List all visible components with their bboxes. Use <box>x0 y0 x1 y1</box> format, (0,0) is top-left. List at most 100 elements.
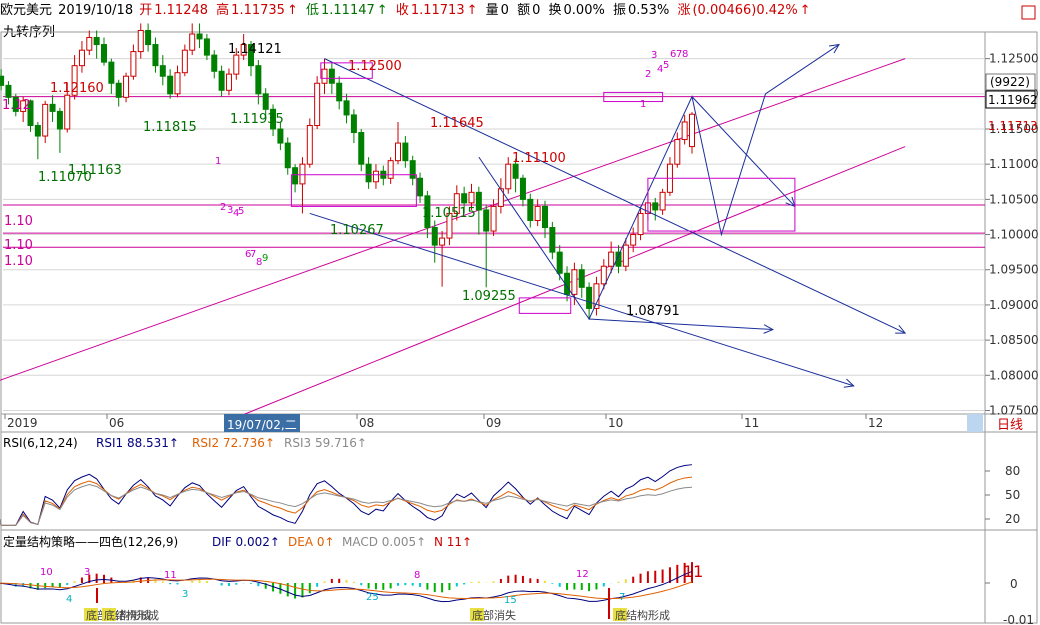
macd-series-label: DEA 0↑ <box>288 535 335 549</box>
bull-candle <box>468 191 475 204</box>
bear-candle <box>365 163 372 183</box>
bull-candle <box>681 121 688 141</box>
bear-candle <box>519 177 526 200</box>
nine-turn-mark: 5 <box>238 206 244 217</box>
price-label: 1.11645 <box>430 116 484 131</box>
macd-series-label: MACD 0.005↑ <box>342 535 426 549</box>
bear-candle <box>475 191 482 211</box>
bull-candle <box>674 139 681 165</box>
price-label: 1.11100 <box>512 151 566 166</box>
macd-count-label: 4 <box>66 594 72 605</box>
time-tick-label: 12 <box>868 416 883 430</box>
macd-count-label: 25 <box>366 592 379 603</box>
price-label: 1.10 <box>4 238 33 253</box>
bull-candle <box>395 142 401 162</box>
bear-candle <box>211 54 218 72</box>
bull-candle <box>689 113 695 148</box>
bull-candle <box>314 82 321 126</box>
bear-candle <box>218 70 225 91</box>
macd-count-label: 10 <box>40 567 53 578</box>
channel-line <box>236 146 906 418</box>
bull-candle <box>123 75 130 98</box>
price-tick-label: 1.08500 <box>989 333 1039 347</box>
bull-candle <box>659 191 666 211</box>
macd-count-label: 12 <box>576 569 589 580</box>
price-tick-label: 1.08000 <box>989 368 1039 382</box>
rsi-title: RSI(6,12,24) <box>3 436 78 450</box>
trading-chart-window: 欧元美元 2019/10/18 开 1.11248 高 1.11735 ↑ 低 1.11… <box>0 0 1040 625</box>
bull-candle <box>189 33 196 51</box>
bear-candle <box>343 100 350 116</box>
bull-candle <box>372 170 379 183</box>
bear-candle <box>328 68 335 84</box>
rsi-tick-label: 20 <box>1005 512 1020 526</box>
bear-candle <box>108 61 115 84</box>
zone-box <box>290 174 417 207</box>
price-label: 1.11815 <box>143 120 197 135</box>
window-toggle-icon <box>1021 5 1036 20</box>
bear-candle <box>586 286 593 309</box>
price-tick-label: 1.12500 <box>989 52 1039 66</box>
bear-candle <box>556 251 563 274</box>
nine-turn-mark: 5 <box>663 60 669 71</box>
rsi-tick-label: 80 <box>1005 464 1020 478</box>
bull-candle <box>42 103 49 137</box>
bear-candle <box>542 205 548 229</box>
bear-candle <box>483 209 490 232</box>
nine-turn-mark: 9 <box>262 253 268 264</box>
bull-candle <box>490 205 497 232</box>
time-cursor-label: 19/07/02,二 <box>227 418 297 432</box>
price-label: 1.12 <box>2 98 31 113</box>
bull-candle <box>571 269 578 295</box>
bear-candle <box>115 82 122 98</box>
bull-candle <box>637 212 644 236</box>
bear-candle <box>431 227 438 246</box>
bear-candle <box>0 75 5 86</box>
price-label: 1.12500 <box>348 59 402 74</box>
bear-candle <box>277 128 284 144</box>
rsi-series-label: RSI2 72.736↑ <box>192 436 275 450</box>
bull-candle <box>181 49 188 74</box>
nine-turn-mark: 8 <box>682 49 688 60</box>
bull-candle <box>600 265 607 285</box>
bear-candle <box>203 38 210 56</box>
price-label: 1.09255 <box>462 289 516 304</box>
bull-candle <box>137 29 144 53</box>
bear-candle <box>652 202 659 211</box>
channel-line <box>0 58 906 381</box>
bull-candle <box>439 237 446 246</box>
price-label: 1.11935 <box>230 112 284 127</box>
macd-series-label: DIF 0.002↑ <box>212 535 280 549</box>
nine-turn-mark: 2 <box>220 202 226 213</box>
bull-candle <box>299 163 306 185</box>
time-tick-label: 08 <box>359 416 374 430</box>
time-tick-label: 06 <box>109 416 124 430</box>
bear-candle <box>5 84 12 98</box>
price-label: 1.10515 <box>422 206 476 221</box>
macd-count-label: 3 <box>84 567 90 578</box>
projection-path <box>691 96 796 207</box>
bear-candle <box>358 132 365 165</box>
chart-canvas: 1.125001.120001.115001.110001.105001.100… <box>0 5 1039 625</box>
bear-candle <box>527 198 534 221</box>
bull-candle <box>174 72 181 95</box>
bear-candle <box>56 110 63 130</box>
price-label: 1.10 <box>4 254 33 269</box>
macd-count-label: 11 <box>164 570 177 581</box>
bear-candle <box>145 29 152 46</box>
bear-candle <box>461 193 468 204</box>
bull-candle <box>78 49 85 67</box>
bull-candle <box>130 51 137 77</box>
price-tick-label: 1.09500 <box>989 263 1039 277</box>
price-label: 1.08791 <box>626 304 680 319</box>
price-label: 1.14121 <box>228 42 282 57</box>
time-tick-label: 11 <box>744 416 759 430</box>
price-label: 1.11163 <box>68 163 122 178</box>
macd-title: 定量结构策略——四色(12,26,9) <box>3 534 178 549</box>
current-price-label: 1.11962 <box>988 93 1038 107</box>
nine-turn-mark: 1 <box>640 99 646 110</box>
bear-candle <box>196 33 203 40</box>
macd-tick-label: 0 <box>1010 577 1018 591</box>
rsi-series-label: RSI3 59.716↑ <box>284 436 367 450</box>
period-tab[interactable]: 日线 <box>997 414 1023 433</box>
